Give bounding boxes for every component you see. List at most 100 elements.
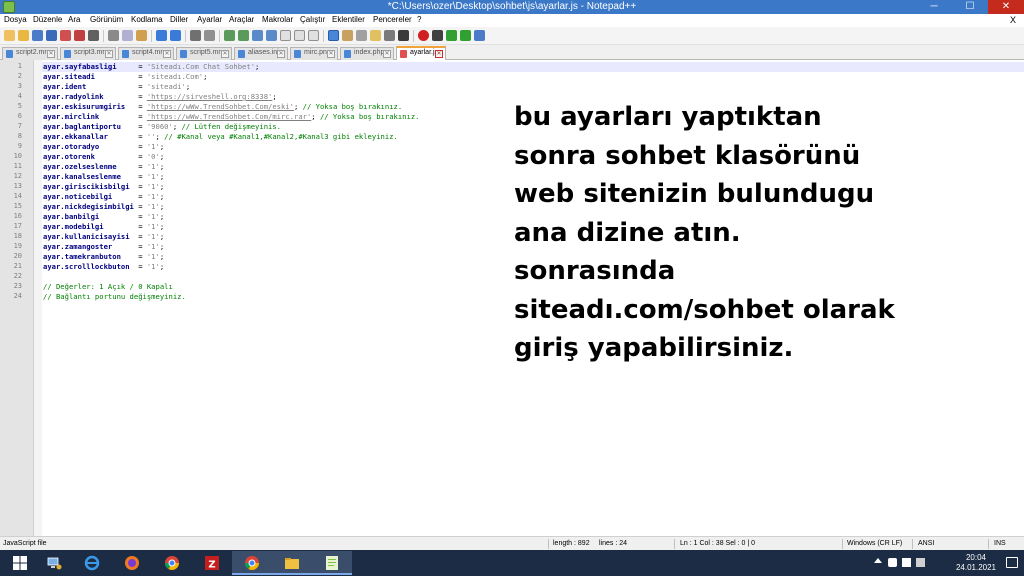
- view-icon[interactable]: [398, 30, 409, 41]
- word-wrap-icon[interactable]: [280, 30, 291, 41]
- close-all-icon[interactable]: [74, 30, 85, 41]
- language-icon[interactable]: [328, 30, 339, 41]
- taskbar-chrome[interactable]: [152, 551, 192, 575]
- code-line[interactable]: ayar.banbilgi = '1';: [43, 212, 164, 222]
- wifi-icon[interactable]: [902, 558, 911, 567]
- code-line[interactable]: ayar.kullanicisayisi = '1';: [43, 232, 164, 242]
- menu-makrolar[interactable]: Makrolar: [262, 15, 293, 24]
- taskbar-firefox[interactable]: [112, 551, 152, 575]
- code-line[interactable]: ayar.ekkanallar = ''; // #Kanal veya #Ka…: [43, 132, 398, 142]
- code-line[interactable]: ayar.tamekranbuton = '1';: [43, 252, 164, 262]
- code-line[interactable]: ayar.modebilgi = '1';: [43, 222, 164, 232]
- tab-close-icon[interactable]: ✕: [47, 50, 55, 58]
- record-macro-icon[interactable]: [418, 30, 429, 41]
- tab-script2[interactable]: script2.mrc ✕: [2, 47, 58, 60]
- tab-script3[interactable]: script3.mrc ✕: [60, 47, 116, 60]
- chevron-up-icon[interactable]: [874, 558, 882, 563]
- indent-guide-icon[interactable]: [308, 30, 319, 41]
- sync-vertical-icon[interactable]: [252, 30, 263, 41]
- fold-margin[interactable]: [34, 60, 42, 536]
- tab-close-icon[interactable]: ✕: [327, 50, 335, 58]
- open-file-icon[interactable]: [18, 30, 29, 41]
- cut-icon[interactable]: [108, 30, 119, 41]
- tab-close-icon[interactable]: ✕: [435, 50, 443, 58]
- show-all-chars-icon[interactable]: [294, 30, 305, 41]
- menu-pencereler[interactable]: Pencereler: [373, 15, 412, 24]
- menu-duzenle[interactable]: Düzenle: [33, 15, 62, 24]
- find-icon[interactable]: [190, 30, 201, 41]
- menu-calistir[interactable]: Çalıştır: [300, 15, 325, 24]
- code-line[interactable]: ayar.ident = 'siteadi';: [43, 82, 190, 92]
- paste-icon[interactable]: [136, 30, 147, 41]
- replace-icon[interactable]: [204, 30, 215, 41]
- save-macro-icon[interactable]: [474, 30, 485, 41]
- close-button[interactable]: ✕: [988, 0, 1024, 14]
- play-macro-icon[interactable]: [446, 30, 457, 41]
- maximize-button[interactable]: ☐: [952, 0, 988, 14]
- print-icon[interactable]: [88, 30, 99, 41]
- taskbar-notepad-plus-plus[interactable]: [312, 551, 352, 575]
- volume-icon[interactable]: [916, 558, 925, 567]
- code-line[interactable]: ayar.baglantiportu = '9060'; // Lütfen d…: [43, 122, 281, 132]
- code-line[interactable]: // Değerler: 1 Açık / 0 Kapalı: [43, 282, 173, 292]
- code-line[interactable]: // Bağlantı portunu değişmeyiniz.: [43, 292, 186, 302]
- menu-araclar[interactable]: Araçlar: [229, 15, 254, 24]
- taskbar-chrome-2[interactable]: [232, 551, 272, 575]
- code-line[interactable]: ayar.mirclink = 'https://wWw.TrendSohbet…: [43, 112, 419, 122]
- menu-eklentiler[interactable]: Eklentiler: [332, 15, 365, 24]
- tab-mirc-png[interactable]: mirc.png ✕: [290, 47, 338, 60]
- code-line[interactable]: ayar.giriscikisbilgi = '1';: [43, 182, 164, 192]
- sync-horizontal-icon[interactable]: [266, 30, 277, 41]
- copy-icon[interactable]: [122, 30, 133, 41]
- function-list-icon[interactable]: [356, 30, 367, 41]
- undo-icon[interactable]: [156, 30, 167, 41]
- code-line[interactable]: ayar.ozelseslenme = '1';: [43, 162, 164, 172]
- tab-close-icon[interactable]: ✕: [383, 50, 391, 58]
- code-line[interactable]: ayar.noticebilgi = '1';: [43, 192, 164, 202]
- minimize-button[interactable]: ─: [916, 0, 952, 14]
- zoom-out-icon[interactable]: [238, 30, 249, 41]
- doc-map-icon[interactable]: [342, 30, 353, 41]
- monitoring-icon[interactable]: [384, 30, 395, 41]
- code-line[interactable]: ayar.radyolink = 'https://sirveshell.org…: [43, 92, 277, 102]
- code-line[interactable]: ayar.zamangoster = '1';: [43, 242, 164, 252]
- clock[interactable]: 20:04 24.01.2021: [956, 553, 996, 573]
- tab-aliases[interactable]: aliases.ini ✕: [234, 47, 288, 60]
- network-icon[interactable]: [888, 558, 897, 567]
- menu-gorunum[interactable]: Görünüm: [90, 15, 123, 24]
- taskbar-file-explorer[interactable]: [272, 551, 312, 575]
- code-line[interactable]: ayar.kanalseslenme = '1';: [43, 172, 164, 182]
- save-all-icon[interactable]: [46, 30, 57, 41]
- tab-close-icon[interactable]: ✕: [163, 50, 171, 58]
- code-line[interactable]: ayar.siteadi = 'siteadı.Com';: [43, 72, 207, 82]
- close-file-icon[interactable]: [60, 30, 71, 41]
- notification-icon[interactable]: [1006, 557, 1018, 568]
- code-line[interactable]: ayar.eskisurumgiris = 'https://wWw.Trend…: [43, 102, 402, 112]
- code-line[interactable]: ayar.otorenk = '0';: [43, 152, 164, 162]
- close-document-button[interactable]: X: [1010, 15, 1016, 25]
- menu-ara[interactable]: Ara: [68, 15, 80, 24]
- tab-script5[interactable]: script5.mrc ✕: [176, 47, 232, 60]
- save-icon[interactable]: [32, 30, 43, 41]
- tab-ayarlar-js[interactable]: ayarlar.js ✕: [396, 46, 446, 60]
- menu-diller[interactable]: Diller: [170, 15, 188, 24]
- tab-index-php[interactable]: index.php ✕: [340, 47, 394, 60]
- code-line[interactable]: ayar.scrolllockbuton = '1';: [43, 262, 164, 272]
- code-line[interactable]: ayar.nickdegisimbilgi = '1';: [43, 202, 164, 212]
- folder-workspace-icon[interactable]: [370, 30, 381, 41]
- new-file-icon[interactable]: [4, 30, 15, 41]
- taskbar-filezilla[interactable]: Z: [192, 551, 232, 575]
- code-line[interactable]: ayar.otoradyo = '1';: [43, 142, 164, 152]
- menu-ayarlar[interactable]: Ayarlar: [197, 15, 222, 24]
- zoom-in-icon[interactable]: [224, 30, 235, 41]
- menu-help[interactable]: ?: [417, 15, 421, 24]
- tab-close-icon[interactable]: ✕: [105, 50, 113, 58]
- tab-close-icon[interactable]: ✕: [221, 50, 229, 58]
- tab-script4[interactable]: script4.mrc ✕: [118, 47, 174, 60]
- run-macro-multiple-icon[interactable]: [460, 30, 471, 41]
- redo-icon[interactable]: [170, 30, 181, 41]
- code-line[interactable]: ayar.sayfabasligi = 'Siteadı.Com Chat So…: [43, 62, 259, 72]
- menu-dosya[interactable]: Dosya: [4, 15, 27, 24]
- menu-kodlama[interactable]: Kodlama: [131, 15, 163, 24]
- stop-macro-icon[interactable]: [432, 30, 443, 41]
